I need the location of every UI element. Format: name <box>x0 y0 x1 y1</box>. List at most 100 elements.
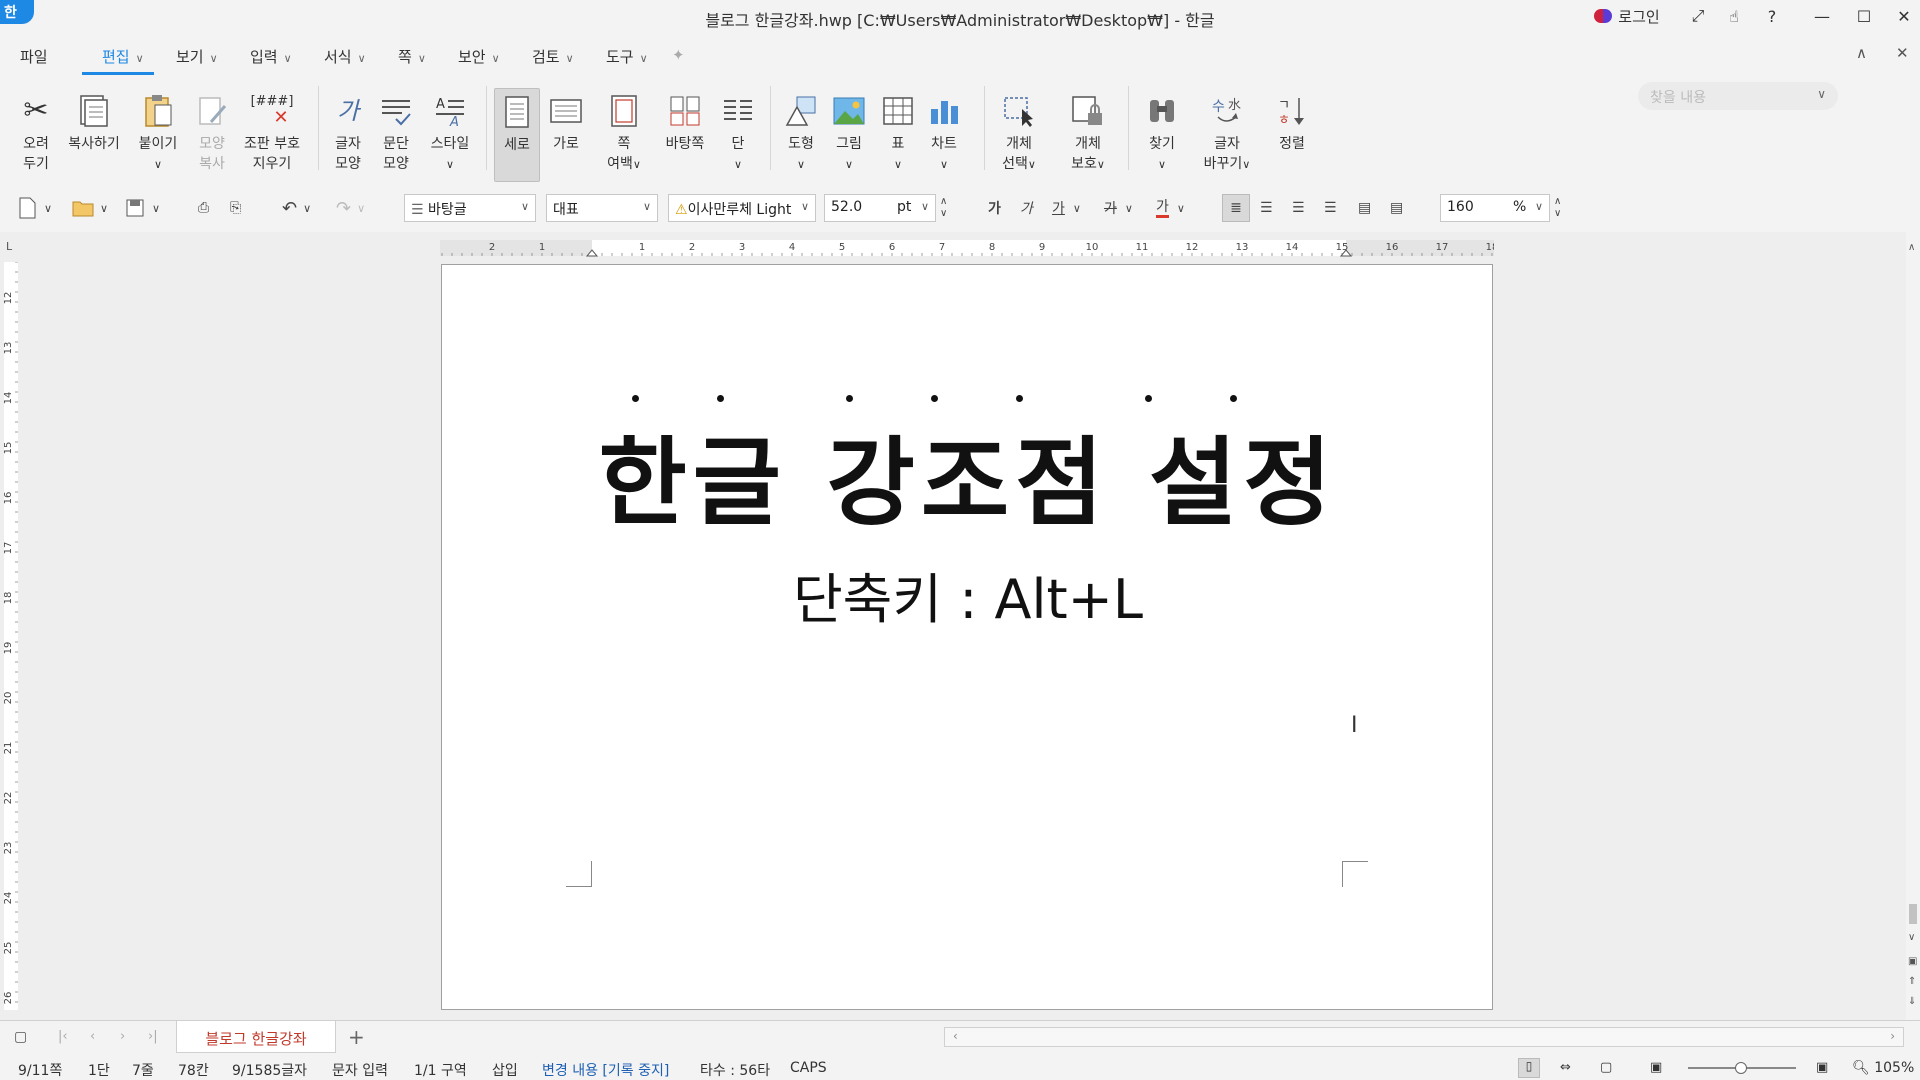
scroll-left-icon[interactable]: ‹ <box>953 1029 958 1043</box>
replace-char-button[interactable]: 수水 글자 바꾸기∨ <box>1196 88 1258 182</box>
split-align-button[interactable]: ▤ <box>1390 194 1403 222</box>
menu-tools[interactable]: 도구 ∨ <box>606 46 648 67</box>
horizontal-scrollbar[interactable]: ‹ › <box>944 1027 1904 1047</box>
maximize-icon[interactable]: ☐ <box>1852 4 1876 28</box>
font-size-input[interactable]: 52.0 pt ∨ <box>824 194 936 222</box>
fullscreen-icon[interactable]: ⤢ <box>1686 4 1710 28</box>
zoom-stepper[interactable]: ∧ ∨ <box>1554 194 1561 222</box>
save-button[interactable]: ∨ <box>126 194 160 222</box>
table-button[interactable]: 표 ∨ <box>878 88 918 182</box>
strikethrough-button[interactable]: 가 ∨ <box>1104 194 1133 222</box>
chevron-down-icon[interactable]: ∨ <box>1073 202 1081 215</box>
page-margin-button[interactable]: 쪽 여백∨ <box>598 88 650 182</box>
format-copy-button[interactable]: 모양 복사 <box>190 88 234 182</box>
view-full-icon[interactable]: ▢ <box>1600 1060 1612 1075</box>
align-center-button[interactable]: ☰ <box>1292 194 1305 222</box>
tab-document[interactable]: 블로그 한글강좌 <box>176 1021 336 1053</box>
zoom-level[interactable]: 🔍︎ 105% <box>1852 1060 1914 1076</box>
menu-page[interactable]: 쪽 ∨ <box>398 46 426 67</box>
tab-list-icon[interactable]: ▢ <box>14 1029 27 1045</box>
bold-button[interactable]: 가 <box>988 194 1001 222</box>
view-width-icon[interactable]: ⇔ <box>1560 1060 1571 1075</box>
fit-page-icon[interactable]: ▣ <box>1816 1060 1828 1075</box>
page-icon[interactable]: ▣ <box>1908 956 1917 967</box>
minimize-icon[interactable]: — <box>1810 4 1834 28</box>
menu-file[interactable]: 파일 <box>20 46 48 67</box>
style-button[interactable]: AA 스타일 ∨ <box>424 88 476 182</box>
last-tab-icon[interactable]: ›| <box>148 1029 158 1044</box>
vertical-scrollbar[interactable]: ∧ ∨ ▣ ⇑ ⇓ <box>1906 232 1920 1020</box>
scroll-right-icon[interactable]: › <box>1890 1029 1895 1043</box>
zoom-input[interactable]: 160 % ∨ <box>1440 194 1550 222</box>
chevron-down-icon[interactable]: ∨ <box>1177 202 1185 215</box>
cut-button[interactable]: ✂ 오려 두기 <box>14 88 58 182</box>
menu-review[interactable]: 검토 ∨ <box>532 46 574 67</box>
print-preview-icon[interactable]: ⎘ <box>230 194 241 222</box>
status-page[interactable]: 9/11쪽 <box>18 1060 62 1080</box>
chevron-down-icon[interactable]: ∨ <box>152 202 160 215</box>
next-page-icon[interactable]: ⇓ <box>1908 996 1916 1007</box>
vertical-ruler[interactable]: 12 13 14 15 16 17 18 19 20 21 22 23 24 25 26 <box>2 261 20 1010</box>
prev-tab-icon[interactable]: ‹ <box>90 1029 95 1044</box>
landscape-button[interactable]: 가로 <box>546 88 586 182</box>
menu-view[interactable]: 보기 ∨ <box>176 46 218 67</box>
char-shape-button[interactable]: 가 글자 모양 <box>328 88 368 182</box>
chevron-down-icon[interactable]: ∨ <box>357 202 365 215</box>
chevron-down-icon[interactable]: ∨ <box>1554 208 1561 220</box>
open-document-button[interactable]: ∨ <box>72 194 108 222</box>
find-button[interactable]: 찾기 ∨ <box>1142 88 1182 182</box>
scroll-down-icon[interactable]: ∨ <box>1908 932 1915 943</box>
status-track-changes[interactable]: 변경 내용 [기록 중지] <box>542 1060 669 1080</box>
align-justify-button[interactable]: ≣ <box>1222 194 1250 222</box>
para-shape-button[interactable]: 문단 모양 <box>376 88 416 182</box>
horizontal-ruler[interactable]: 21123456789101112131415161718 <box>440 236 1498 260</box>
picture-button[interactable]: 그림 ∨ <box>828 88 870 182</box>
italic-button[interactable]: 가 <box>1020 194 1033 222</box>
chevron-down-icon[interactable]: ∨ <box>1125 202 1133 215</box>
collapse-ribbon-icon[interactable]: ∧ <box>1856 44 1867 62</box>
chart-button[interactable]: 차트 ∨ <box>924 88 964 182</box>
distribute-button[interactable]: ▤ <box>1358 194 1371 222</box>
document-heading[interactable]: 한글 강조점 설정 <box>442 405 1494 544</box>
menu-insert[interactable]: 입력 ∨ <box>250 46 292 67</box>
column-button[interactable]: 단 ∨ <box>718 88 758 182</box>
new-document-button[interactable]: ∨ <box>18 194 52 222</box>
prev-page-icon[interactable]: ⇑ <box>1908 976 1916 987</box>
view-fit-icon[interactable]: ▣ <box>1650 1060 1662 1075</box>
undo-button[interactable]: ↶ ∨ <box>282 194 311 222</box>
close-icon[interactable]: ✕ <box>1892 4 1916 28</box>
next-tab-icon[interactable]: › <box>120 1029 125 1044</box>
chevron-up-icon[interactable]: ∧ <box>1554 196 1561 208</box>
master-page-button[interactable]: 바탕쪽 <box>660 88 710 182</box>
chevron-up-icon[interactable]: ∧ <box>940 196 947 208</box>
ai-assist-icon[interactable]: ✦ <box>672 46 685 64</box>
status-insert[interactable]: 삽입 <box>492 1060 518 1080</box>
chevron-down-icon[interactable]: ∨ <box>44 202 52 215</box>
print-icon[interactable]: ⎙ <box>198 194 209 222</box>
help-icon[interactable]: ? <box>1760 4 1784 28</box>
chevron-down-icon[interactable]: ∨ <box>100 202 108 215</box>
clear-codes-button[interactable]: [###] ✕ 조판 부호 지우기 <box>240 88 304 182</box>
touch-mode-icon[interactable]: ☝ <box>1722 4 1746 28</box>
paste-button[interactable]: 붙이기 ∨ <box>134 88 182 182</box>
font-dropdown[interactable]: ⚠이사만루체 Light ∨ <box>668 194 816 222</box>
menu-security[interactable]: 보안 ∨ <box>458 46 500 67</box>
view-page-icon[interactable]: ▯ <box>1518 1058 1540 1078</box>
select-object-button[interactable]: 개체 선택∨ <box>996 88 1042 182</box>
login-button[interactable]: 로그인 <box>1592 4 1662 28</box>
scrollbar-thumb[interactable] <box>1909 904 1917 924</box>
menu-format[interactable]: 서식 ∨ <box>324 46 366 67</box>
style-dropdown[interactable]: ☰ 바탕글 ∨ <box>404 194 536 222</box>
sort-button[interactable]: ㄱㅎ 정렬 <box>1272 88 1312 182</box>
portrait-button[interactable]: 세로 <box>494 88 540 182</box>
underline-button[interactable]: 가 ∨ <box>1052 194 1081 222</box>
scroll-up-icon[interactable]: ∧ <box>1908 242 1915 253</box>
menu-edit[interactable]: 편집 ∨ <box>102 46 144 67</box>
copy-button[interactable]: 복사하기 <box>62 88 126 182</box>
close-document-icon[interactable]: ✕ <box>1896 44 1909 62</box>
text-color-button[interactable]: 가 ∨ <box>1156 194 1185 222</box>
align-right-button[interactable]: ☰ <box>1324 194 1337 222</box>
zoom-slider-thumb[interactable] <box>1735 1062 1747 1074</box>
chevron-down-icon[interactable]: ∨ <box>303 202 311 215</box>
chevron-down-icon[interactable]: ∨ <box>940 208 947 220</box>
